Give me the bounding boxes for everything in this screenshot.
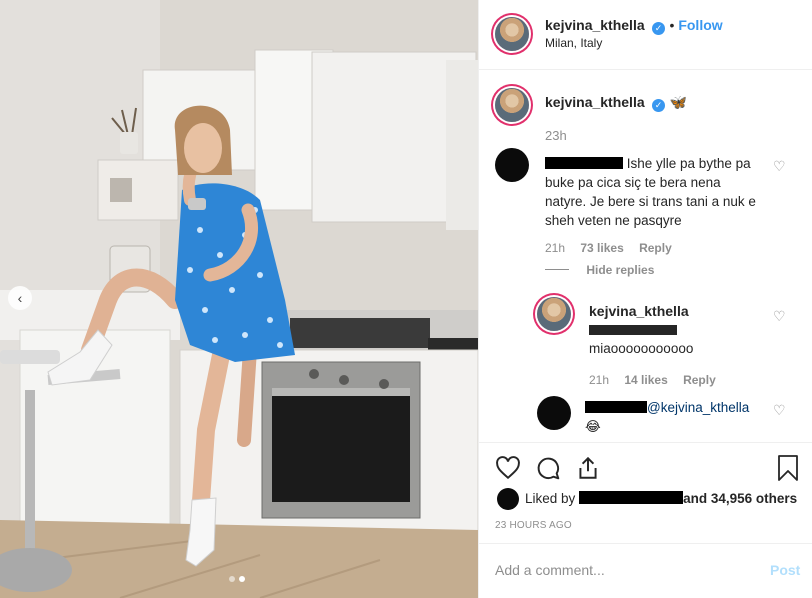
reply-avatar-2[interactable] [537,396,571,430]
post-location[interactable]: Milan, Italy [545,36,602,50]
author-avatar[interactable] [495,17,529,51]
heart-icon[interactable] [495,455,521,481]
commenter-avatar[interactable] [495,148,529,182]
separator-dot: • [669,17,679,33]
reply-2-like-heart-icon[interactable]: ♡ [773,402,786,419]
caption-avatar[interactable] [495,88,529,122]
likes-summary: Liked by and 34,956 others [525,491,797,506]
hide-replies-label: Hide replies [586,263,655,277]
reply-time[interactable]: 21h [589,373,609,387]
post-side-panel: kejvina_kthella ✓ • Follow Milan, Italy … [478,0,812,598]
liker-avatar[interactable] [497,488,519,510]
caption-text: 🦋 [669,94,687,110]
reply-body-2: @kejvina_kthella 😂 [585,398,765,436]
bookmark-icon[interactable] [777,455,799,481]
chevron-left-icon: ‹ [17,290,23,306]
verified-badge-icon: ✓ [652,22,666,35]
carousel-dot [229,576,235,582]
add-comment-input[interactable]: Add a comment... [495,562,605,578]
reply-body: miaooooooooooo [589,320,759,358]
comment-time[interactable]: 21h [545,241,565,255]
post-photo-image [0,0,478,598]
post-photo[interactable]: ‹ [0,0,478,598]
reply-username[interactable]: kejvina_kthella [589,303,689,319]
post-timestamp[interactable]: 23 HOURS AGO [495,520,572,531]
previous-photo-button[interactable]: ‹ [8,286,32,310]
share-icon[interactable] [575,455,601,481]
redacted-liker [579,491,684,504]
likes-prefix: Liked by [525,491,576,506]
carousel-dot-active [239,576,245,582]
reply-mention[interactable]: @kejvina_kthella [647,400,749,415]
comment-icon[interactable] [535,455,561,481]
caption-time[interactable]: 23h [545,128,567,143]
post-comment-button[interactable]: Post [770,562,800,578]
reply-text: miaooooooooooo [589,341,694,356]
comment-likes[interactable]: 73 likes [580,241,623,255]
comment-body: Ishe ylle pa bythe pa buke pa cica siç t… [545,154,763,230]
post-header: kejvina_kthella ✓ • Follow Milan, Italy [479,0,812,70]
redacted-username [545,157,623,169]
post-actions [495,455,601,481]
reply-avatar[interactable] [537,297,571,331]
likes-count[interactable]: and 34,956 others [683,491,797,506]
carousel-indicator [229,576,245,582]
reply-likes[interactable]: 14 likes [624,373,667,387]
reply-emoji: 😂 [585,419,601,434]
reply-like-heart-icon[interactable]: ♡ [773,308,786,325]
author-username[interactable]: kejvina_kthella [545,17,645,33]
caption-username[interactable]: kejvina_kthella [545,94,645,110]
verified-badge-icon: ✓ [652,99,666,112]
reply-reply-button[interactable]: Reply [683,373,716,387]
hide-replies-button[interactable]: Hide replies [545,263,654,277]
follow-button[interactable]: Follow [678,17,722,33]
divider [479,543,812,544]
redacted-mention [589,325,677,335]
replies-line [545,269,569,270]
comment-reply-button[interactable]: Reply [639,241,672,255]
comment-like-heart-icon[interactable]: ♡ [773,158,786,175]
redacted-username [585,401,647,413]
divider [479,442,812,443]
